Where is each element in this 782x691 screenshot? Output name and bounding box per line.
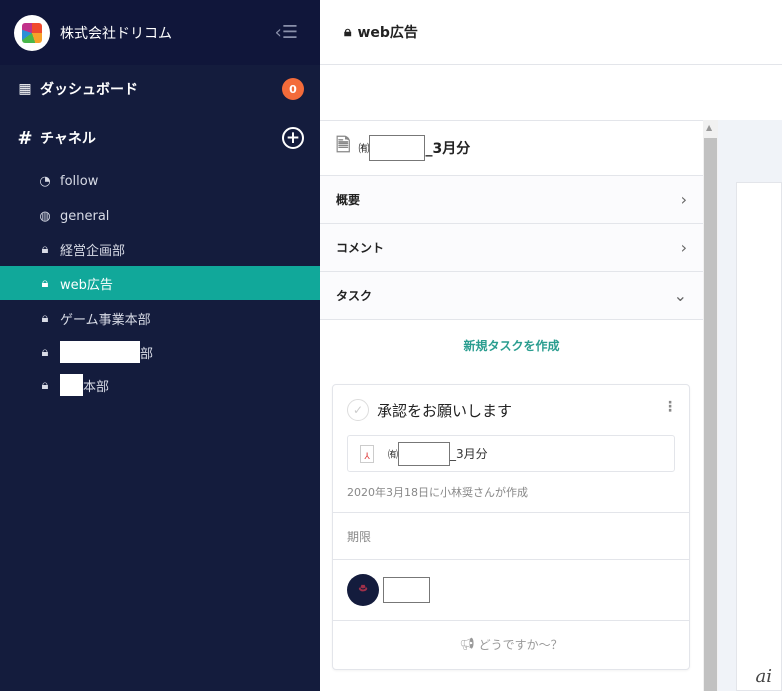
channels-label: チャネル [40,131,96,147]
reaction-prompt[interactable]: 📢︎ どうですか～？ [333,620,689,667]
rss-icon: ◔ [39,173,51,189]
section-label: タスク [336,289,373,303]
more-options-icon[interactable]: ⋮ [663,399,677,415]
channels-heading: # チャネル + [0,121,320,155]
lock-icon: 🔒︎ [41,377,49,393]
section-label: 概要 [336,193,361,207]
attachment[interactable]: ⅄ ㈲ _3月分 [347,435,675,472]
scrollbar[interactable]: ▲ [703,120,718,691]
watermark: ai [755,666,773,687]
lock-icon: 🔒︎ [344,24,352,40]
section-comments[interactable]: コメント › [320,223,703,271]
task-meta: 2020年3月18日に小林奨さんが作成 [347,486,528,499]
task-card: ✓ 承認をお願いします ⋮ ⅄ ㈲ _3月分 2020年3月18日に小林奨さんが作成… [332,384,690,670]
task-title: 承認をお願いします [377,401,513,420]
chevron-right-icon: › [680,190,687,209]
scrollbar-thumb[interactable] [704,138,717,691]
add-channel-icon[interactable]: + [282,127,304,149]
page-title: web広告 [357,25,418,41]
channel-label: 部 [140,346,154,362]
section-label: コメント [336,241,385,255]
grid-icon: ▦ [18,81,32,97]
due-label[interactable]: 期限 [347,528,371,545]
channel-label: general [60,208,110,224]
collapse-menu-icon[interactable]: ‹☰ [275,22,298,43]
hash-icon: # [17,127,33,149]
redaction [383,577,430,603]
sidebar-item-general[interactable]: ◍ general [0,199,320,233]
check-icon[interactable]: ✓ [347,399,369,421]
new-task-button[interactable]: 新規タスクを作成 [463,339,559,353]
attachment-prefix: ㈲ [388,450,398,461]
channel-label: ゲーム事業本部 [60,312,151,328]
sidebar-header: 株式会社ドリコム ‹☰ [0,0,320,65]
pdf-icon: ⅄ [360,444,374,463]
sidebar: 株式会社ドリコム ‹☰ ▦ ダッシュボード 0 # チャネル + ◔ follow ◍… [0,0,320,691]
avatar: 🎩︎ [347,574,379,606]
sidebar-item-dashboard[interactable]: ▦ ダッシュボード 0 [0,72,320,106]
org-name: 株式会社ドリコム [60,25,172,42]
doc-prefix: ㈲ [358,142,370,155]
redaction [60,341,140,363]
channel-header: 🔒︎ web広告 [320,0,782,65]
channel-label: 本部 [83,379,110,395]
section-overview[interactable]: 概要 › [320,175,703,223]
sidebar-item-web-ad[interactable]: 🔒︎ web広告 [0,266,320,300]
doc-suffix: _3月分 [425,141,471,157]
sidebar-item-follow[interactable]: ◔ follow [0,164,320,198]
document-icon: 🗎 [336,135,351,156]
channel-label: follow [60,173,99,189]
prompt-text: どうですか～？ [478,637,563,652]
document-title: 🗎 ㈲ _3月分 [320,121,703,175]
chevron-down-icon: ⌄ [673,286,687,305]
chevron-right-icon: › [680,238,687,257]
sidebar-item-game[interactable]: 🔒︎ ゲーム事業本部 [0,301,320,335]
channel-label: web広告 [60,277,113,293]
attachment-suffix: _3月分 [450,447,488,461]
redaction [369,135,426,161]
sidebar-item-redacted-1[interactable]: 🔒︎ 部 [0,335,320,369]
org-logo [14,14,50,51]
lock-icon: 🔒︎ [41,344,49,360]
sidebar-item-keiei[interactable]: 🔒︎ 経営企画部 [0,232,320,266]
lock-icon: 🔒︎ [41,241,49,257]
megaphone-icon: 📢︎ [459,637,475,651]
right-pane: ai [718,120,782,691]
sidebar-item-redacted-2[interactable]: 🔒︎ 本部 [0,368,320,402]
scroll-up-icon[interactable]: ▲ [706,123,712,132]
channel-label: 経営企画部 [60,243,126,259]
redaction [60,374,83,396]
globe-icon: ◍ [39,208,51,224]
lock-icon: 🔒︎ [41,275,49,291]
detail-panel: 🗎 ㈲ _3月分 概要 › コメント › タスク ⌄ 新規タスクを作成 ✓ 承認をお願いし… [320,120,703,691]
lock-icon: 🔒︎ [41,310,49,326]
dashboard-label: ダッシュボード [40,82,138,98]
notification-badge: 0 [282,78,304,100]
section-tasks[interactable]: タスク ⌄ [320,271,703,319]
preview-area [736,182,782,691]
redaction [398,441,450,466]
